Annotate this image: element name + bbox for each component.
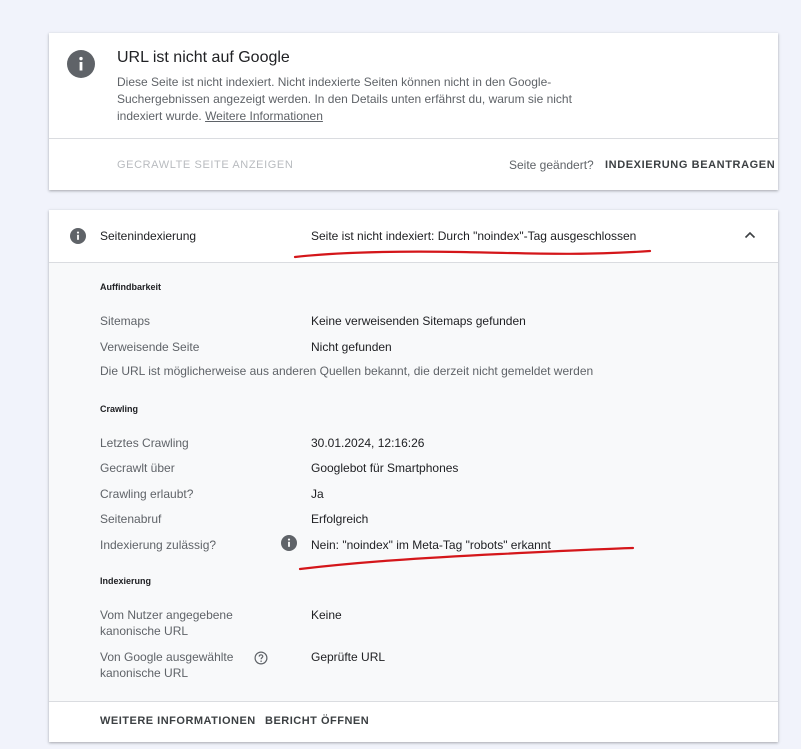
google-canonical-label: Von Google ausgewählte kanonische URL (100, 650, 234, 680)
page-fetch-value: Erfolgreich (311, 512, 369, 526)
user-canonical-label: Vom Nutzer angegebene kanonische URL (100, 608, 233, 638)
referring-page-value: Nicht gefunden (311, 340, 392, 354)
page-fetch-label: Seitenabruf (100, 512, 162, 526)
learn-more-link[interactable]: Weitere Informationen (205, 109, 323, 123)
last-crawl-label: Letztes Crawling (100, 436, 189, 450)
indexing-group-title: Indexierung (100, 576, 152, 586)
more-info-button[interactable]: WEITERE INFORMATIONEN (100, 715, 256, 727)
discoverability-title: Auffindbarkeit (100, 282, 162, 292)
google-canonical-value: Geprüfte URL (311, 650, 386, 664)
last-crawl-value: 30.01.2024, 12:16:26 (311, 436, 425, 450)
info-icon (70, 228, 86, 244)
status-description: Diese Seite ist nicht indexiert. Nicht i… (117, 75, 572, 123)
view-crawled-page-button[interactable]: GECRAWLTE SEITE ANZEIGEN (117, 159, 293, 171)
info-icon[interactable] (281, 535, 297, 551)
crawled-as-label: Gecrawlt über (100, 461, 175, 475)
page-changed-label: Seite geändert? (509, 158, 594, 172)
page-indexing-header[interactable]: Seitenindexierung Seite ist nicht indexi… (49, 210, 778, 261)
crawled-as-value: Googlebot für Smartphones (311, 461, 459, 475)
indexing-allowed-value: Nein: "noindex" im Meta-Tag "robots" erk… (311, 538, 551, 552)
details-panel: Auffindbarkeit Sitemaps Keine verweisend… (49, 262, 778, 702)
url-status-card: URL ist nicht auf Google Diese Seite ist… (49, 33, 778, 190)
page-indexing-card: Seitenindexierung Seite ist nicht indexi… (49, 210, 778, 742)
info-icon (67, 50, 95, 78)
crawl-allowed-value: Ja (311, 487, 324, 501)
crawling-title: Crawling (100, 404, 139, 414)
user-canonical-value: Keine (311, 608, 342, 622)
chevron-up-icon[interactable] (743, 228, 757, 242)
help-icon[interactable] (254, 651, 268, 665)
divider (49, 138, 778, 139)
page-indexing-label: Seitenindexierung (100, 229, 197, 243)
page-indexing-status: Seite ist nicht indexiert: Durch "noinde… (311, 229, 637, 243)
sitemaps-label: Sitemaps (100, 314, 151, 328)
referring-page-label: Verweisende Seite (100, 340, 200, 354)
crawl-allowed-label: Crawling erlaubt? (100, 487, 194, 501)
status-title: URL ist nicht auf Google (117, 49, 290, 66)
discoverability-note: Die URL ist möglicherweise aus anderen Q… (100, 364, 594, 378)
indexing-allowed-label: Indexierung zulässig? (100, 538, 217, 552)
request-indexing-button[interactable]: INDEXIERUNG BEANTRAGEN (605, 159, 775, 171)
open-report-button[interactable]: BERICHT ÖFFNEN (265, 715, 369, 727)
sitemaps-value: Keine verweisenden Sitemaps gefunden (311, 314, 526, 328)
